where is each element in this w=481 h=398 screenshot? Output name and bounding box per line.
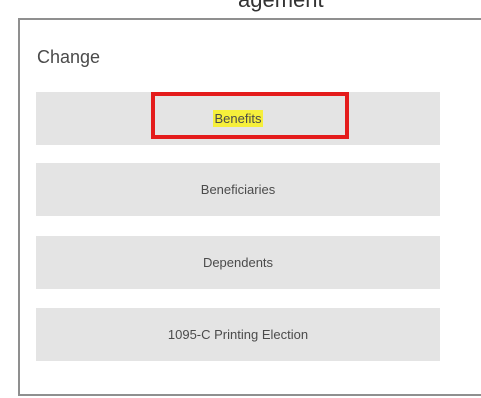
benefits-button-label: Benefits xyxy=(212,110,264,127)
dependents-button[interactable]: Dependents xyxy=(36,236,440,289)
printing-election-button[interactable]: 1095-C Printing Election xyxy=(36,308,440,361)
panel-title: Change xyxy=(37,47,101,67)
page: agement Change Benefits Beneficiaries De… xyxy=(0,0,481,398)
printing-election-button-label: 1095-C Printing Election xyxy=(167,327,309,342)
beneficiaries-button[interactable]: Beneficiaries xyxy=(36,163,440,216)
benefits-button[interactable]: Benefits xyxy=(36,92,440,145)
cropped-header-label: agement xyxy=(238,0,324,13)
cropped-header-text: agement xyxy=(0,0,481,16)
beneficiaries-button-label: Beneficiaries xyxy=(200,182,276,197)
dependents-button-label: Dependents xyxy=(202,255,274,270)
